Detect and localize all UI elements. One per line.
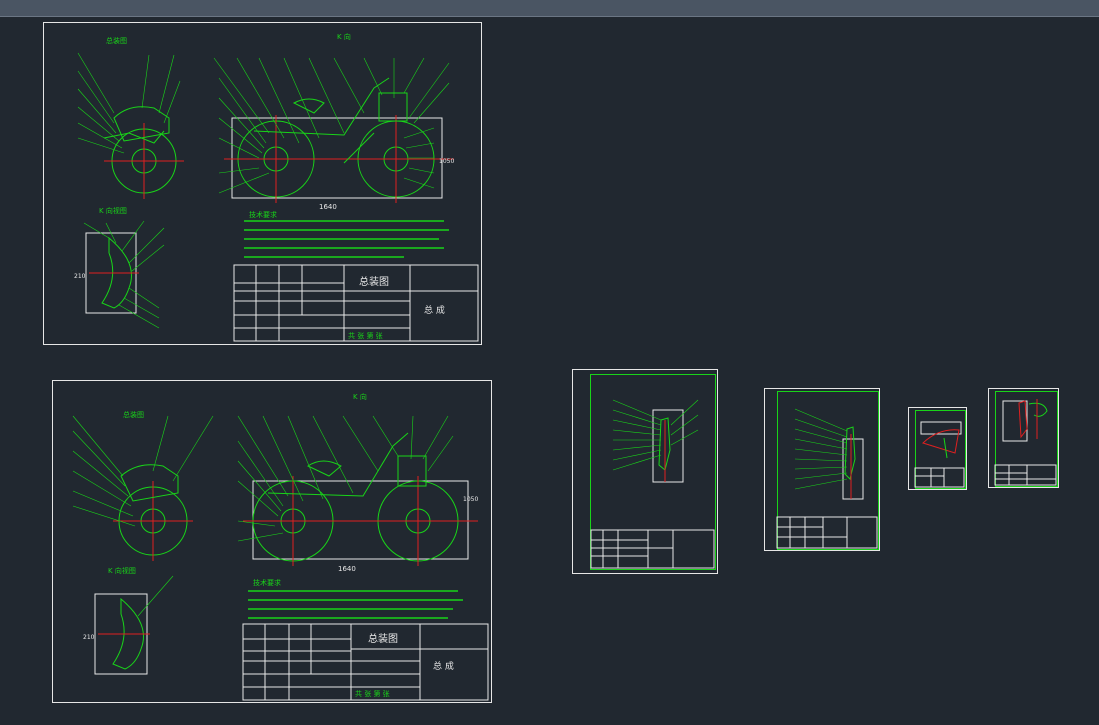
drawing-sheet-2[interactable]: 总装图 总 成 共 张 第 张 总装图 K 向 K 向视图 技术要求 1640 … <box>52 380 492 703</box>
drawing-1-sheet-count: 共 张 第 张 <box>348 331 383 340</box>
drawing-1-graphics: 总装图 总 成 共 张 第 张 总装图 K 向 K 向视图 技术要求 1640 … <box>74 32 479 342</box>
drawing-4-graphics <box>776 408 878 549</box>
drawing-2-dim-height: 1050 <box>463 496 478 503</box>
drawing-sheet-1[interactable]: 总装图 总 成 共 张 第 张 总装图 K 向 K 向视图 技术要求 1640 … <box>43 22 482 345</box>
drawing-2-dim-length: 1640 <box>338 565 356 573</box>
drawing-5-graphics <box>914 421 965 488</box>
drawing-1-dim-side: 210 <box>74 273 86 280</box>
drawing-2-notes-title: 技术要求 <box>253 578 281 587</box>
drawing-1-view-title: 总装图 <box>106 36 127 45</box>
drawing-2-sheet-count: 共 张 第 张 <box>355 689 390 698</box>
drawing-sheet-3[interactable] <box>572 369 718 574</box>
drawing-2-graphics: 总装图 总 成 共 张 第 张 总装图 K 向 K 向视图 技术要求 1640 … <box>72 392 489 701</box>
drawing-1-title: 总装图 <box>359 275 389 288</box>
drawing-canvas[interactable]: 总装图 总 成 共 张 第 张 总装图 K 向 K 向视图 技术要求 1640 … <box>0 17 1099 725</box>
drawing-sheet-6[interactable] <box>988 388 1059 488</box>
drawing-3-graphics <box>590 399 715 569</box>
drawing-1-k-label: K 向 <box>337 32 351 41</box>
drawing-1-part: 总 成 <box>424 304 445 316</box>
drawing-6-graphics <box>994 399 1057 486</box>
drawing-sheet-4[interactable] <box>764 388 880 551</box>
drawing-2-k-view-label: K 向视图 <box>108 566 136 575</box>
drawing-2-title: 总装图 <box>368 632 398 645</box>
drawing-1-notes-title: 技术要求 <box>249 210 277 219</box>
drawing-2-view-title: 总装图 <box>123 410 144 419</box>
drawing-2-k-label: K 向 <box>353 392 367 401</box>
title-bar <box>0 0 1099 17</box>
drawing-sheet-5[interactable] <box>908 407 967 490</box>
drawing-2-part: 总 成 <box>433 660 454 672</box>
drawing-1-dim-height: 1050 <box>439 158 454 165</box>
drawing-1-k-view-label: K 向视图 <box>99 206 127 215</box>
drawing-1-dim-length: 1640 <box>319 203 337 211</box>
drawing-2-dim-side: 210 <box>83 634 95 641</box>
